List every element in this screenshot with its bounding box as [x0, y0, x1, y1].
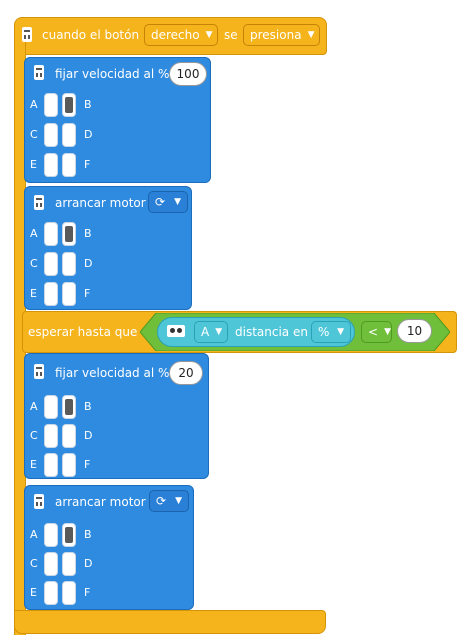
port-f-toggle[interactable]	[62, 453, 76, 477]
port-a-toggle[interactable]	[44, 93, 58, 117]
motor-icon	[34, 195, 44, 210]
port-label-c: C	[30, 128, 38, 141]
port-label-e: E	[30, 458, 37, 471]
port-label-c: C	[30, 557, 38, 570]
set-speed-label: fijar velocidad al %	[55, 67, 170, 81]
port-e-toggle[interactable]	[44, 453, 58, 477]
port-label-e: E	[30, 287, 37, 300]
port-c-toggle[interactable]	[44, 552, 58, 576]
port-label-d: D	[84, 128, 93, 141]
chevron-down-icon: ▼	[174, 197, 181, 207]
rotate-clockwise-icon: ⟳	[156, 494, 167, 508]
port-label-f: F	[84, 287, 91, 300]
port-label-b: B	[84, 528, 92, 541]
port-label-e: E	[30, 586, 37, 599]
port-f-toggle[interactable]	[62, 282, 76, 306]
port-b-toggle[interactable]	[62, 222, 76, 246]
port-a-toggle[interactable]	[44, 395, 58, 419]
direction-dropdown[interactable]: ⟳ ▼	[149, 490, 189, 512]
motor-icon	[34, 65, 44, 80]
port-a-toggle[interactable]	[44, 523, 58, 547]
event-se-label: se	[224, 28, 238, 42]
chevron-down-icon: ▼	[307, 30, 315, 40]
port-d-toggle[interactable]	[62, 252, 76, 276]
button-dropdown[interactable]: derecho ▼	[144, 24, 218, 46]
port-label-b: B	[84, 400, 92, 413]
set-speed-label: fijar velocidad al %	[55, 366, 170, 380]
sensor-port-dropdown[interactable]: A ▼	[194, 321, 228, 343]
port-label-c: C	[30, 429, 38, 442]
port-c-toggle[interactable]	[44, 252, 58, 276]
hub-icon	[22, 27, 32, 42]
port-c-toggle[interactable]	[44, 123, 58, 147]
port-e-toggle[interactable]	[44, 581, 58, 605]
port-label-d: D	[84, 257, 93, 270]
distance-sensor-icon	[167, 325, 185, 337]
unit-dropdown[interactable]: % ▼	[311, 321, 351, 343]
motor-icon	[34, 494, 44, 509]
start-motor-label: arrancar motor	[55, 196, 146, 210]
threshold-value-input[interactable]: 10	[397, 319, 432, 343]
port-e-toggle[interactable]	[44, 282, 58, 306]
port-c-toggle[interactable]	[44, 424, 58, 448]
port-label-f: F	[84, 586, 91, 599]
port-label-a: A	[30, 227, 38, 240]
event-block-footer	[14, 610, 326, 634]
port-label-a: A	[30, 98, 38, 111]
port-d-toggle[interactable]	[62, 552, 76, 576]
comparator-dropdown[interactable]: < ▼	[361, 321, 392, 343]
direction-dropdown[interactable]: ⟳ ▼	[148, 191, 188, 213]
port-label-e: E	[30, 158, 37, 171]
port-label-a: A	[30, 400, 38, 413]
distance-label: distancia en	[235, 325, 308, 339]
chevron-down-icon: ▼	[215, 327, 223, 337]
chevron-down-icon: ▼	[384, 327, 391, 337]
port-d-toggle[interactable]	[62, 123, 76, 147]
action-dropdown[interactable]: presiona ▼	[243, 24, 320, 46]
chevron-down-icon: ▼	[175, 496, 182, 506]
rotate-clockwise-icon: ⟳	[155, 195, 166, 209]
port-label-b: B	[84, 227, 92, 240]
port-b-toggle[interactable]	[62, 93, 76, 117]
event-label: cuando el botón	[42, 28, 140, 42]
port-e-toggle[interactable]	[44, 153, 58, 177]
port-label-a: A	[30, 528, 38, 541]
chevron-down-icon: ▼	[337, 327, 344, 337]
speed-value-input[interactable]: 100	[169, 62, 207, 86]
port-label-d: D	[84, 429, 93, 442]
wait-until-label: esperar hasta que	[28, 325, 138, 339]
port-b-toggle[interactable]	[62, 523, 76, 547]
port-a-toggle[interactable]	[44, 222, 58, 246]
port-b-toggle[interactable]	[62, 395, 76, 419]
chevron-down-icon: ▼	[205, 30, 213, 40]
port-f-toggle[interactable]	[62, 581, 76, 605]
port-f-toggle[interactable]	[62, 153, 76, 177]
port-label-f: F	[84, 158, 91, 171]
motor-icon	[34, 364, 44, 379]
speed-value-input[interactable]: 20	[169, 361, 203, 385]
port-d-toggle[interactable]	[62, 424, 76, 448]
port-label-c: C	[30, 257, 38, 270]
port-label-f: F	[84, 458, 91, 471]
port-label-b: B	[84, 98, 92, 111]
start-motor-label: arrancar motor	[55, 495, 146, 509]
port-label-d: D	[84, 557, 93, 570]
